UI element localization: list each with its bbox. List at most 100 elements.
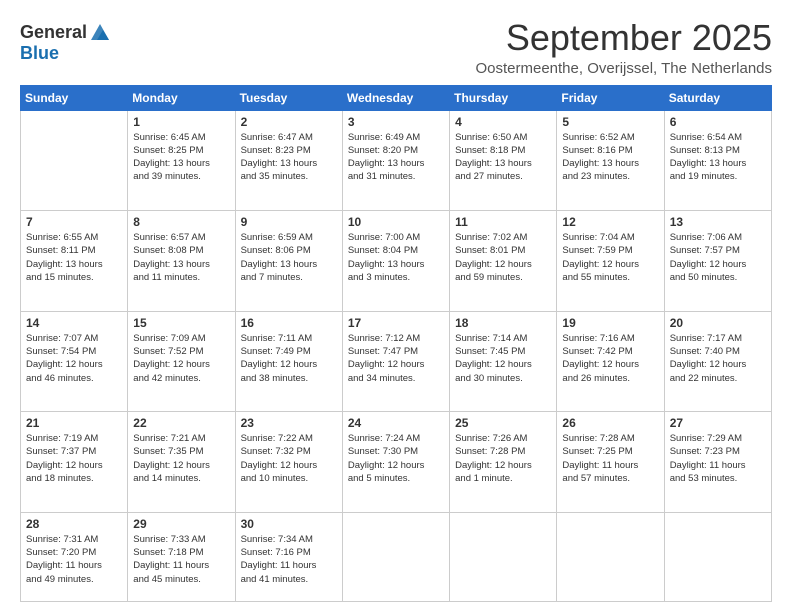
cell-content: Sunrise: 7:19 AMSunset: 7:37 PMDaylight:…: [26, 432, 122, 485]
table-row: 2Sunrise: 6:47 AMSunset: 8:23 PMDaylight…: [235, 110, 342, 211]
day-number: 8: [133, 215, 229, 229]
cell-content: Sunrise: 7:22 AMSunset: 7:32 PMDaylight:…: [241, 432, 337, 485]
table-row: 6 Sunrise: 6:54 AMSunset: 8:13 PMDaylight…: [664, 110, 771, 211]
table-row: 21 Sunrise: 7:19 AMSunset: 7:37 PMDayligh…: [21, 412, 128, 513]
table-row: 9 Sunrise: 6:59 AMSunset: 8:06 PMDaylight…: [235, 211, 342, 312]
day-number: 30: [241, 517, 337, 531]
col-saturday: Saturday: [664, 85, 771, 110]
day-number: 29: [133, 517, 229, 531]
title-location: Oostermeenthe, Overijssel, The Netherlan…: [475, 60, 772, 77]
table-row: [664, 512, 771, 601]
day-number: 19: [562, 316, 658, 330]
calendar-table: Sunday Monday Tuesday Wednesday Thursday…: [20, 85, 772, 602]
cell-content: Sunrise: 6:57 AMSunset: 8:08 PMDaylight:…: [133, 231, 229, 284]
title-month: September 2025: [475, 18, 772, 58]
cell-content: Sunrise: 6:54 AMSunset: 8:13 PMDaylight:…: [670, 131, 766, 184]
cell-content: Sunrise: 7:06 AMSunset: 7:57 PMDaylight:…: [670, 231, 766, 284]
day-number: 26: [562, 416, 658, 430]
day-number: 9: [241, 215, 337, 229]
day-number: 15: [133, 316, 229, 330]
col-thursday: Thursday: [450, 85, 557, 110]
cell-content: Sunrise: 6:45 AMSunset: 8:25 PMDaylight:…: [133, 131, 229, 184]
cell-content: Sunrise: 7:28 AMSunset: 7:25 PMDaylight:…: [562, 432, 658, 485]
cell-content: Sunrise: 7:16 AMSunset: 7:42 PMDaylight:…: [562, 332, 658, 385]
table-row: 26 Sunrise: 7:28 AMSunset: 7:25 PMDayligh…: [557, 412, 664, 513]
table-row: 29 Sunrise: 7:33 AMSunset: 7:18 PMDayligh…: [128, 512, 235, 601]
cell-content: Sunrise: 6:50 AMSunset: 8:18 PMDaylight:…: [455, 131, 551, 184]
calendar-header-row: Sunday Monday Tuesday Wednesday Thursday…: [21, 85, 772, 110]
cell-content: Sunrise: 7:24 AMSunset: 7:30 PMDaylight:…: [348, 432, 444, 485]
day-number: 27: [670, 416, 766, 430]
day-number: 3: [348, 115, 444, 129]
cell-content: Sunrise: 6:55 AMSunset: 8:11 PMDaylight:…: [26, 231, 122, 284]
day-number: 4: [455, 115, 551, 129]
table-row: 3 Sunrise: 6:49 AMSunset: 8:20 PMDaylight…: [342, 110, 449, 211]
day-number: 2: [241, 115, 337, 129]
logo-general-text: General: [20, 23, 87, 43]
table-row: 30 Sunrise: 7:34 AMSunset: 7:16 PMDayligh…: [235, 512, 342, 601]
table-row: 10 Sunrise: 7:00 AMSunset: 8:04 PMDayligh…: [342, 211, 449, 312]
calendar-week-row: 1 Sunrise: 6:45 AMSunset: 8:25 PMDaylight…: [21, 110, 772, 211]
table-row: 13 Sunrise: 7:06 AMSunset: 7:57 PMDayligh…: [664, 211, 771, 312]
cell-content: Sunrise: 7:09 AMSunset: 7:52 PMDaylight:…: [133, 332, 229, 385]
table-row: 11Sunrise: 7:02 AMSunset: 8:01 PMDayligh…: [450, 211, 557, 312]
cell-content: Sunrise: 6:52 AMSunset: 8:16 PMDaylight:…: [562, 131, 658, 184]
table-row: 8 Sunrise: 6:57 AMSunset: 8:08 PMDaylight…: [128, 211, 235, 312]
logo: General Blue: [20, 22, 111, 64]
table-row: 25 Sunrise: 7:26 AMSunset: 7:28 PMDayligh…: [450, 412, 557, 513]
table-row: 7 Sunrise: 6:55 AMSunset: 8:11 PMDaylight…: [21, 211, 128, 312]
day-number: 12: [562, 215, 658, 229]
cell-content: Sunrise: 7:00 AMSunset: 8:04 PMDaylight:…: [348, 231, 444, 284]
cell-content: Sunrise: 7:11 AMSunset: 7:49 PMDaylight:…: [241, 332, 337, 385]
calendar-week-row: 21 Sunrise: 7:19 AMSunset: 7:37 PMDayligh…: [21, 412, 772, 513]
table-row: 17 Sunrise: 7:12 AMSunset: 7:47 PMDayligh…: [342, 311, 449, 412]
table-row: 18 Sunrise: 7:14 AMSunset: 7:45 PMDayligh…: [450, 311, 557, 412]
table-row: [342, 512, 449, 601]
day-number: 17: [348, 316, 444, 330]
day-number: 6: [670, 115, 766, 129]
table-row: 28Sunrise: 7:31 AMSunset: 7:20 PMDayligh…: [21, 512, 128, 601]
day-number: 23: [241, 416, 337, 430]
table-row: 14Sunrise: 7:07 AMSunset: 7:54 PMDayligh…: [21, 311, 128, 412]
cell-content: Sunrise: 7:33 AMSunset: 7:18 PMDaylight:…: [133, 533, 229, 586]
cell-content: Sunrise: 6:59 AMSunset: 8:06 PMDaylight:…: [241, 231, 337, 284]
cell-content: Sunrise: 7:02 AMSunset: 8:01 PMDaylight:…: [455, 231, 551, 284]
day-number: 14: [26, 316, 122, 330]
col-monday: Monday: [128, 85, 235, 110]
day-number: 5: [562, 115, 658, 129]
day-number: 18: [455, 316, 551, 330]
day-number: 21: [26, 416, 122, 430]
table-row: 1 Sunrise: 6:45 AMSunset: 8:25 PMDaylight…: [128, 110, 235, 211]
cell-content: Sunrise: 7:26 AMSunset: 7:28 PMDaylight:…: [455, 432, 551, 485]
cell-content: Sunrise: 7:29 AMSunset: 7:23 PMDaylight:…: [670, 432, 766, 485]
cell-content: Sunrise: 7:12 AMSunset: 7:47 PMDaylight:…: [348, 332, 444, 385]
day-number: 16: [241, 316, 337, 330]
day-number: 20: [670, 316, 766, 330]
table-row: 4 Sunrise: 6:50 AMSunset: 8:18 PMDaylight…: [450, 110, 557, 211]
day-number: 10: [348, 215, 444, 229]
day-number: 28: [26, 517, 122, 531]
col-wednesday: Wednesday: [342, 85, 449, 110]
calendar-week-row: 7 Sunrise: 6:55 AMSunset: 8:11 PMDaylight…: [21, 211, 772, 312]
logo-blue-text: Blue: [20, 43, 59, 63]
table-row: 22Sunrise: 7:21 AMSunset: 7:35 PMDayligh…: [128, 412, 235, 513]
day-number: 25: [455, 416, 551, 430]
cell-content: Sunrise: 7:17 AMSunset: 7:40 PMDaylight:…: [670, 332, 766, 385]
day-number: 7: [26, 215, 122, 229]
table-row: 27 Sunrise: 7:29 AMSunset: 7:23 PMDayligh…: [664, 412, 771, 513]
calendar-week-row: 28Sunrise: 7:31 AMSunset: 7:20 PMDayligh…: [21, 512, 772, 601]
title-block: September 2025 Oostermeenthe, Overijssel…: [475, 18, 772, 77]
cell-content: Sunrise: 7:14 AMSunset: 7:45 PMDaylight:…: [455, 332, 551, 385]
cell-content: Sunrise: 7:04 AMSunset: 7:59 PMDaylight:…: [562, 231, 658, 284]
day-number: 13: [670, 215, 766, 229]
col-tuesday: Tuesday: [235, 85, 342, 110]
table-row: 15 Sunrise: 7:09 AMSunset: 7:52 PMDayligh…: [128, 311, 235, 412]
day-number: 24: [348, 416, 444, 430]
cell-content: Sunrise: 6:49 AMSunset: 8:20 PMDaylight:…: [348, 131, 444, 184]
day-number: 1: [133, 115, 229, 129]
calendar-week-row: 14Sunrise: 7:07 AMSunset: 7:54 PMDayligh…: [21, 311, 772, 412]
header: General Blue September 2025 Oostermeenth…: [20, 18, 772, 77]
table-row: 24 Sunrise: 7:24 AMSunset: 7:30 PMDayligh…: [342, 412, 449, 513]
table-row: [450, 512, 557, 601]
cell-content: Sunrise: 7:34 AMSunset: 7:16 PMDaylight:…: [241, 533, 337, 586]
